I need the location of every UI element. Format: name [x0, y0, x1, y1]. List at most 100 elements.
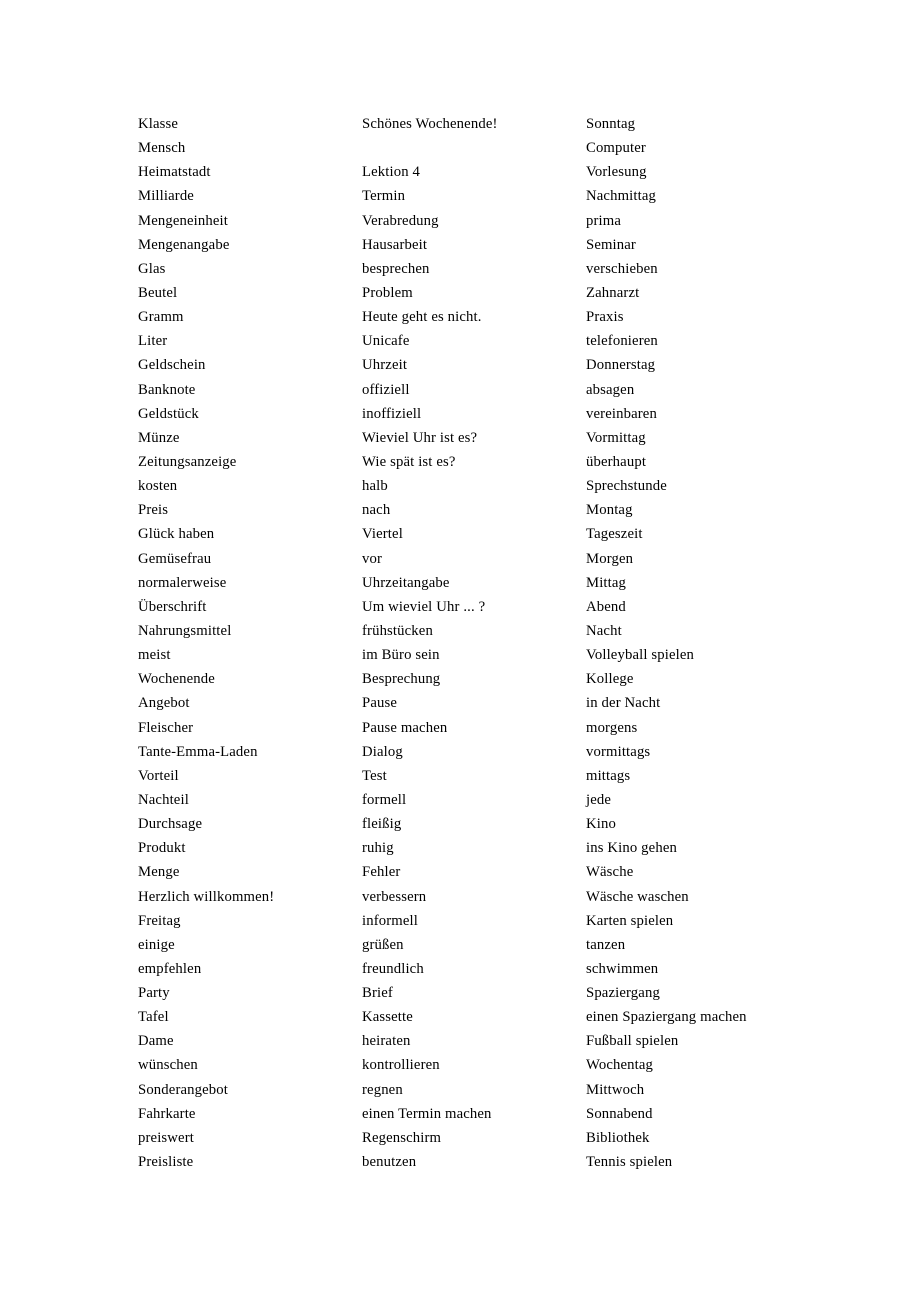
- vocabulary-entry: Klasse: [138, 116, 179, 132]
- vocabulary-entry: benutzen: [362, 1154, 417, 1171]
- vocabulary-entry: Sprechstunde: [586, 478, 667, 495]
- vocabulary-entry: Spaziergang: [586, 985, 660, 1002]
- vocabulary-entry: Nachteil: [138, 791, 189, 808]
- vocabulary-entry: Glas: [138, 260, 166, 277]
- vocabulary-entry: Überschrift: [138, 598, 207, 615]
- vocabulary-entry: Dame: [138, 1033, 174, 1050]
- vocabulary-entry: Hausarbeit: [362, 236, 428, 253]
- vocabulary-entry: Regenschirm: [362, 1129, 442, 1146]
- vocabulary-entry: Mengeneinheit: [138, 212, 229, 229]
- vocabulary-entry: Nachmittag: [586, 188, 656, 205]
- document-page: Klasse Schönes Wochenende! Sonntag Mensch Co…: [0, 0, 920, 1302]
- vocabulary-entry: Pause machen: [362, 719, 448, 736]
- vocabulary-entry: inoffiziell: [362, 405, 422, 422]
- vocabulary-entry: Dialog: [362, 743, 403, 760]
- vocabulary-entry: telefonieren: [586, 333, 658, 350]
- vocabulary-entry: Vorteil: [138, 767, 179, 784]
- vocabulary-entry: Wieviel Uhr ist es?: [362, 429, 478, 446]
- vocabulary-entry: besprechen: [362, 260, 430, 277]
- vocabulary-entry: offiziell: [362, 381, 410, 398]
- vocabulary-entry: Wäsche waschen: [586, 888, 689, 905]
- vocabulary-entry: Durchsage: [138, 816, 203, 833]
- vocabulary-entry: ruhig: [362, 840, 394, 857]
- vocabulary-entry: einige: [138, 936, 175, 953]
- vocabulary-entry: Termin: [362, 188, 406, 205]
- vocabulary-entry: Nacht: [586, 622, 622, 639]
- vocabulary-entry: Heimatstadt: [138, 164, 211, 181]
- vocabulary-entry: Besprechung: [362, 671, 441, 688]
- vocabulary-entry: kosten: [138, 478, 178, 495]
- vocabulary-entry: morgens: [586, 719, 638, 736]
- vocabulary-entry: Glück haben: [138, 526, 215, 543]
- vocabulary-entry: Lektion 4: [362, 164, 421, 181]
- vocabulary-entry: Fußball spielen: [586, 1033, 679, 1050]
- vocabulary-entry: grüßen: [362, 936, 404, 953]
- vocabulary-entry: Liter: [138, 333, 168, 350]
- vocabulary-entry: tanzen: [586, 936, 626, 953]
- vocabulary-entry: Brief: [362, 985, 393, 1002]
- vocabulary-entry: einen Spaziergang machen: [586, 1009, 747, 1026]
- vocabulary-entry: Tafel: [138, 1009, 169, 1026]
- vocabulary-entry: Sonderangebot: [138, 1081, 229, 1098]
- vocabulary-entry: vormittags: [586, 743, 651, 760]
- vocabulary-entry: Verabredung: [362, 212, 439, 229]
- vocabulary-entry: Donnerstag: [586, 357, 656, 374]
- vocabulary-entry: Beutel: [138, 284, 178, 301]
- vocabulary-list-grid: Klasse Schönes Wochenende! Sonntag Mensch Co…: [138, 112, 838, 1174]
- vocabulary-entry: Preis: [138, 502, 169, 519]
- vocabulary-entry: Gemüsefrau: [138, 550, 212, 567]
- vocabulary-entry: Abend: [586, 598, 626, 615]
- vocabulary-entry: Montag: [586, 502, 633, 519]
- vocabulary-entry: Mensch: [138, 140, 186, 157]
- vocabulary-entry: Unicafe: [362, 333, 410, 350]
- vocabulary-entry: Wäsche: [586, 864, 634, 881]
- vocabulary-entry: Mittag: [586, 574, 627, 591]
- vocabulary-entry: Computer: [586, 140, 646, 157]
- vocabulary-entry: normalerweise: [138, 574, 227, 591]
- vocabulary-entry: Zahnarzt: [586, 284, 640, 301]
- vocabulary-entry: formell: [362, 791, 407, 808]
- vocabulary-entry: Uhrzeit: [362, 357, 408, 374]
- vocabulary-entry: vereinbaren: [586, 405, 657, 422]
- vocabulary-entry: absagen: [586, 381, 635, 398]
- vocabulary-entry: Morgen: [586, 550, 634, 567]
- vocabulary-entry: Viertel: [362, 526, 403, 543]
- vocabulary-entry: Heute geht es nicht.: [362, 309, 482, 326]
- vocabulary-entry: ins Kino gehen: [586, 840, 677, 857]
- vocabulary-entry: Geldschein: [138, 357, 206, 374]
- vocabulary-entry: Praxis: [586, 309, 624, 326]
- vocabulary-entry: Karten spielen: [586, 912, 674, 929]
- vocabulary-entry: Kollege: [586, 671, 634, 688]
- vocabulary-entry: Party: [138, 985, 170, 1002]
- vocabulary-entry: Tennis spielen: [586, 1154, 673, 1171]
- vocabulary-entry: Volleyball spielen: [586, 647, 695, 664]
- vocabulary-entry: Wie spät ist es?: [362, 453, 456, 470]
- vocabulary-entry: Freitag: [138, 912, 181, 929]
- vocabulary-entry: Fahrkarte: [138, 1105, 196, 1122]
- vocabulary-entry: Schönes Wochenende!: [362, 116, 498, 132]
- vocabulary-entry: kontrollieren: [362, 1057, 440, 1074]
- vocabulary-entry: Zeitungsanzeige: [138, 453, 237, 470]
- vocabulary-entry: überhaupt: [586, 453, 647, 470]
- vocabulary-entry: mittags: [586, 767, 631, 784]
- vocabulary-entry: nach: [362, 502, 391, 519]
- vocabulary-entry: Nahrungsmittel: [138, 622, 232, 639]
- vocabulary-entry: Fleischer: [138, 719, 194, 736]
- vocabulary-entry: Tante-Emma-Laden: [138, 743, 258, 760]
- vocabulary-entry: Sonnabend: [586, 1105, 653, 1122]
- vocabulary-entry: verbessern: [362, 888, 427, 905]
- vocabulary-entry: Vormittag: [586, 429, 646, 446]
- vocabulary-entry: Produkt: [138, 840, 186, 857]
- vocabulary-entry: Mengenangabe: [138, 236, 230, 253]
- vocabulary-entry: Test: [362, 767, 387, 784]
- vocabulary-entry: im Büro sein: [362, 647, 440, 664]
- vocabulary-entry: Um wieviel Uhr ... ?: [362, 598, 486, 615]
- vocabulary-entry: meist: [138, 647, 171, 664]
- vocabulary-entry: Preisliste: [138, 1154, 194, 1171]
- vocabulary-entry: Angebot: [138, 695, 190, 712]
- vocabulary-entry: Kassette: [362, 1009, 413, 1026]
- vocabulary-entry: Wochentag: [586, 1057, 654, 1074]
- vocabulary-entry: in der Nacht: [586, 695, 661, 712]
- vocabulary-entry: Geldstück: [138, 405, 199, 422]
- vocabulary-entry: Pause: [362, 695, 398, 712]
